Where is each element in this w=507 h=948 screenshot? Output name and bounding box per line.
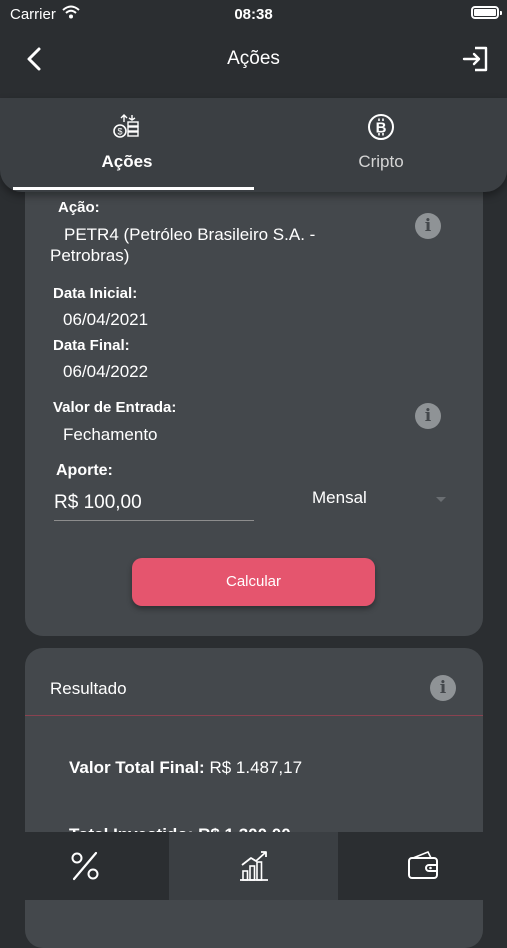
frequency-select[interactable]: Mensal xyxy=(312,488,452,512)
tab-cripto-label: Cripto xyxy=(358,152,404,171)
navigation-bar: Ações xyxy=(0,28,507,98)
frequency-select-value: Mensal xyxy=(312,488,367,507)
valor-entrada-info-icon[interactable]: i xyxy=(415,403,441,429)
tab-cripto[interactable]: B Cripto xyxy=(254,98,507,192)
acao-info-icon[interactable]: i xyxy=(415,213,441,239)
valor-total-final-row: Valor Total Final: R$ 1.487,17 xyxy=(69,758,302,778)
segment-tab-bar: $ Ações B Cripto xyxy=(0,98,507,192)
bitcoin-icon: B xyxy=(368,114,394,140)
active-tab-indicator xyxy=(13,187,254,190)
simulation-form-card: Ação: PETR4 (Petróleo Brasileiro S.A. - … xyxy=(25,170,483,636)
result-divider xyxy=(25,715,483,716)
wallet-icon xyxy=(408,850,438,879)
stock-chart-icon xyxy=(240,851,268,881)
percent-icon xyxy=(71,851,99,881)
data-inicial-label: Data Inicial: xyxy=(53,285,138,302)
page-title: Ações xyxy=(227,48,280,69)
result-info-icon[interactable]: i xyxy=(430,675,456,701)
tab-acoes[interactable]: $ Ações xyxy=(0,98,254,192)
bottom-navigation xyxy=(0,832,507,900)
bottom-tab-stocks[interactable] xyxy=(169,832,338,900)
valor-total-final-value: R$ 1.487,17 xyxy=(209,758,303,777)
tab-acoes-label: Ações xyxy=(101,152,153,171)
bottom-tab-wallet[interactable] xyxy=(338,832,507,900)
battery-icon xyxy=(471,6,502,19)
data-final-value[interactable]: 06/04/2022 xyxy=(63,361,148,382)
result-title: Resultado xyxy=(50,679,127,698)
result-card: Resultado i Valor Total Final: R$ 1.487,… xyxy=(25,648,483,948)
status-bar: Carrier 08:38 xyxy=(0,0,507,28)
aporte-label: Aporte: xyxy=(56,462,113,479)
svg-text:B: B xyxy=(376,120,387,137)
data-final-label: Data Final: xyxy=(53,337,130,354)
bottom-tab-percent[interactable] xyxy=(0,832,169,900)
aporte-input[interactable]: R$ 100,00 xyxy=(54,486,254,521)
acao-label: Ação: xyxy=(58,199,100,216)
acao-value[interactable]: PETR4 (Petróleo Brasileiro S.A. - Petrob… xyxy=(50,224,360,266)
valor-total-final-label: Valor Total Final: xyxy=(69,758,205,777)
chevron-down-icon xyxy=(436,497,446,502)
clock: 08:38 xyxy=(234,6,273,23)
logout-icon[interactable] xyxy=(461,44,491,74)
valor-entrada-label: Valor de Entrada: xyxy=(53,399,177,416)
data-inicial-value[interactable]: 06/04/2021 xyxy=(63,309,148,330)
valor-entrada-value[interactable]: Fechamento xyxy=(63,424,158,445)
calcular-button[interactable]: Calcular xyxy=(132,558,375,606)
money-exchange-icon: $ xyxy=(113,114,139,138)
svg-text:$: $ xyxy=(117,127,122,137)
